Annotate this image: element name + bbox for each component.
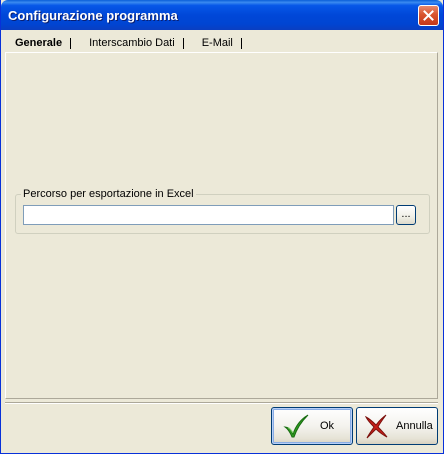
tab-interscambio-dati[interactable]: Interscambio Dati bbox=[79, 35, 192, 51]
excel-export-group: Percorso per esportazione in Excel ... bbox=[15, 188, 430, 234]
checkmark-icon bbox=[282, 412, 310, 440]
bottom-divider bbox=[5, 402, 438, 404]
tab-generale[interactable]: Generale bbox=[5, 35, 79, 51]
tab-email[interactable]: E-Mail bbox=[192, 35, 250, 51]
excel-export-group-label: Percorso per esportazione in Excel bbox=[21, 188, 196, 200]
browse-button[interactable]: ... bbox=[396, 205, 416, 225]
close-button[interactable] bbox=[418, 5, 439, 26]
tab-email-label: E-Mail bbox=[201, 37, 233, 49]
ok-button-label: Ok bbox=[320, 420, 335, 432]
tab-separator bbox=[240, 37, 242, 49]
cancel-button-label: Annulla bbox=[396, 420, 433, 432]
tab-interscambio-dati-label: Interscambio Dati bbox=[89, 37, 175, 49]
cross-icon bbox=[362, 412, 390, 440]
ok-button[interactable]: Ok bbox=[271, 407, 353, 445]
config-dialog: Configurazione programma Generale Inters… bbox=[0, 0, 444, 454]
close-icon bbox=[423, 10, 434, 21]
tab-separator bbox=[182, 37, 184, 49]
excel-path-input[interactable] bbox=[23, 205, 394, 225]
tab-separator bbox=[70, 37, 72, 49]
tab-strip: Generale Interscambio Dati E-Mail bbox=[5, 34, 250, 52]
window-title: Configurazione programma bbox=[8, 8, 178, 23]
tab-generale-label: Generale bbox=[15, 37, 63, 49]
title-bar[interactable]: Configurazione programma bbox=[1, 0, 443, 30]
cancel-button[interactable]: Annulla bbox=[356, 407, 438, 445]
